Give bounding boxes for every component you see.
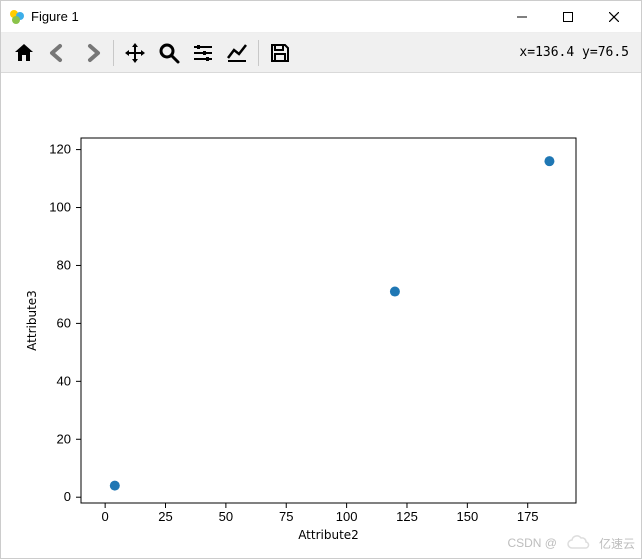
x-tick-label: 125 bbox=[396, 509, 418, 524]
nav-toolbar: x=136.4 y=76.5 bbox=[1, 33, 641, 73]
x-axis-label: Attribute2 bbox=[298, 528, 359, 542]
zoom-icon[interactable] bbox=[152, 36, 186, 70]
y-tick-label: 0 bbox=[64, 489, 71, 504]
x-tick-label: 50 bbox=[219, 509, 233, 524]
data-point bbox=[110, 481, 120, 491]
x-tick-label: 150 bbox=[456, 509, 478, 524]
save-icon[interactable] bbox=[263, 36, 297, 70]
watermark-right: 亿速云 bbox=[599, 535, 635, 552]
toolbar-separator bbox=[113, 40, 114, 66]
axes-icon[interactable] bbox=[220, 36, 254, 70]
x-tick-label: 75 bbox=[279, 509, 293, 524]
x-tick-label: 100 bbox=[336, 509, 358, 524]
cursor-coordinates: x=136.4 y=76.5 bbox=[519, 45, 635, 60]
back-icon[interactable] bbox=[41, 36, 75, 70]
subplots-icon[interactable] bbox=[186, 36, 220, 70]
y-tick-label: 80 bbox=[57, 257, 71, 272]
forward-icon[interactable] bbox=[75, 36, 109, 70]
x-tick-label: 0 bbox=[102, 509, 109, 524]
maximize-button[interactable] bbox=[545, 1, 591, 33]
home-icon[interactable] bbox=[7, 36, 41, 70]
window-title: Figure 1 bbox=[31, 9, 499, 24]
x-tick-label: 175 bbox=[517, 509, 539, 524]
data-point bbox=[544, 156, 554, 166]
y-tick-label: 100 bbox=[49, 200, 71, 215]
watermark: CSDN @ 亿速云 bbox=[507, 534, 635, 552]
plot-area[interactable]: 0 25 50 75 100 125 150 175 0 20 40 60 80 100 120 Attrib… bbox=[1, 73, 641, 558]
minimize-button[interactable] bbox=[499, 1, 545, 33]
y-tick-label: 40 bbox=[57, 373, 71, 388]
close-button[interactable] bbox=[591, 1, 637, 33]
y-tick-label: 60 bbox=[57, 315, 71, 330]
pan-icon[interactable] bbox=[118, 36, 152, 70]
y-tick-label: 20 bbox=[57, 431, 71, 446]
y-axis-label: Attribute3 bbox=[25, 290, 39, 351]
y-tick-label: 120 bbox=[49, 142, 71, 157]
toolbar-separator bbox=[258, 40, 259, 66]
watermark-left: CSDN @ bbox=[507, 536, 557, 550]
axes-frame bbox=[81, 138, 576, 503]
x-tick-label: 25 bbox=[158, 509, 172, 524]
window-titlebar: Figure 1 bbox=[1, 1, 641, 33]
cloud-icon bbox=[565, 534, 591, 552]
data-point bbox=[390, 287, 400, 297]
app-icon bbox=[9, 9, 25, 25]
